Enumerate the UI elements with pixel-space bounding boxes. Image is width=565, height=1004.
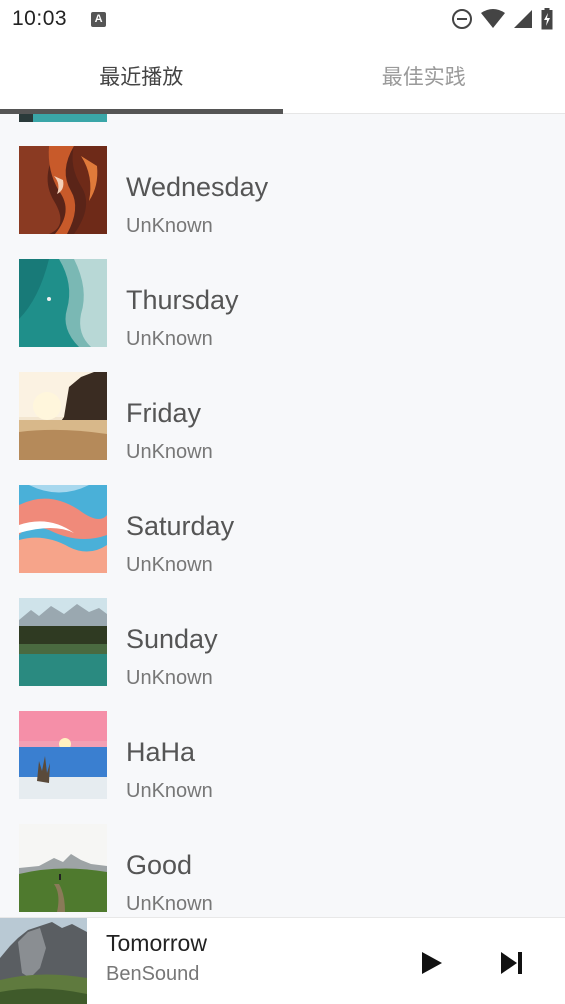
song-list[interactable]: Wednesday UnKnown Thursday UnKnown Frida… <box>0 114 565 917</box>
song-item[interactable]: Friday UnKnown <box>0 366 565 479</box>
now-playing-title: Tomorrow <box>106 930 207 956</box>
status-icons <box>451 8 553 30</box>
song-thumbnail <box>19 259 107 347</box>
song-thumbnail <box>19 485 107 573</box>
song-title: Friday <box>126 398 202 428</box>
signal-icon <box>514 10 532 28</box>
song-artist: UnKnown <box>126 328 213 350</box>
song-item[interactable]: Good UnKnown <box>0 818 565 917</box>
song-thumbnail <box>19 598 107 686</box>
song-thumbnail <box>19 711 107 799</box>
now-playing-artwork <box>0 918 87 1004</box>
partial-song-thumbnail <box>19 114 107 122</box>
tab-bar: 最近播放 最佳实践 <box>0 38 565 114</box>
song-thumbnail <box>19 146 107 234</box>
tab-recent[interactable]: 最近播放 <box>0 38 283 113</box>
song-title: HaHa <box>126 737 196 767</box>
tab-best-practice-label: 最佳实践 <box>381 65 466 89</box>
do-not-disturb-icon <box>452 9 472 29</box>
song-artist: UnKnown <box>126 215 213 237</box>
tab-best-practice[interactable]: 最佳实践 <box>283 38 565 113</box>
battery-icon <box>541 8 553 30</box>
song-item[interactable]: HaHa UnKnown <box>0 705 565 818</box>
song-title: Wednesday <box>126 172 269 202</box>
now-playing-bar[interactable]: Tomorrow BenSound <box>0 917 565 1004</box>
song-thumbnail <box>19 824 107 912</box>
now-playing-artist: BenSound <box>106 963 200 985</box>
song-item[interactable]: Saturday UnKnown <box>0 479 565 592</box>
wifi-icon <box>481 9 505 28</box>
song-item[interactable]: Thursday UnKnown <box>0 253 565 366</box>
play-button[interactable] <box>415 946 449 980</box>
song-item[interactable]: Wednesday UnKnown <box>0 140 565 253</box>
song-thumbnail <box>19 372 107 460</box>
song-artist: UnKnown <box>126 780 213 802</box>
next-track-button[interactable] <box>495 946 529 980</box>
song-artist: UnKnown <box>126 893 213 915</box>
notification-app-icon: A <box>91 11 107 27</box>
song-item[interactable]: Sunday UnKnown <box>0 592 565 705</box>
play-icon <box>422 952 442 974</box>
skip-next-icon <box>501 952 522 974</box>
status-bar: 10:03 A <box>0 0 565 38</box>
song-artist: UnKnown <box>126 441 213 463</box>
song-title: Saturday <box>126 511 235 541</box>
song-artist: UnKnown <box>126 667 213 689</box>
tab-recent-label: 最近播放 <box>99 65 184 89</box>
song-title: Thursday <box>126 285 239 315</box>
status-time: 10:03 <box>12 7 68 30</box>
song-artist: UnKnown <box>126 554 213 576</box>
song-title: Good <box>126 850 193 880</box>
song-title: Sunday <box>126 624 218 654</box>
